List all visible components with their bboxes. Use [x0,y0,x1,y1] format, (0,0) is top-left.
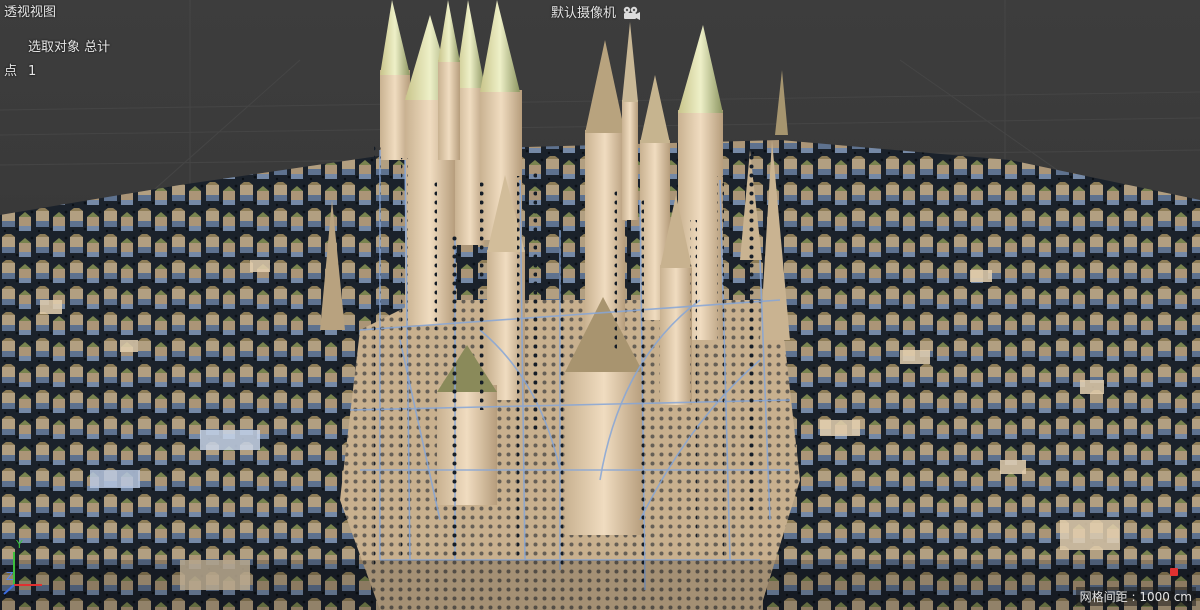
scene-render[interactable] [0,0,1200,610]
perspective-viewport[interactable]: 透视视图 默认摄像机 选取对象 总计 点 1 Y Z 网格间距 : 1000 c… [0,0,1200,610]
camera-name-label[interactable]: 默认摄像机 [551,6,616,22]
view-name-label[interactable]: 透视视图 [4,5,56,21]
stats-row-value: 1 [28,64,37,79]
axis-z-label: Z [6,570,14,583]
axis-gizmo: Y Z [3,538,42,595]
axis-y-label: Y [15,538,23,551]
corner-marker [1170,568,1178,576]
stats-row-label: 点 [4,64,18,79]
grid-spacing-label: 网格间距 : 1000 cm [1075,587,1196,606]
stats-header: 选取对象 总计 [28,40,111,55]
stats-panel [0,30,118,82]
camera-icon[interactable] [622,5,640,21]
